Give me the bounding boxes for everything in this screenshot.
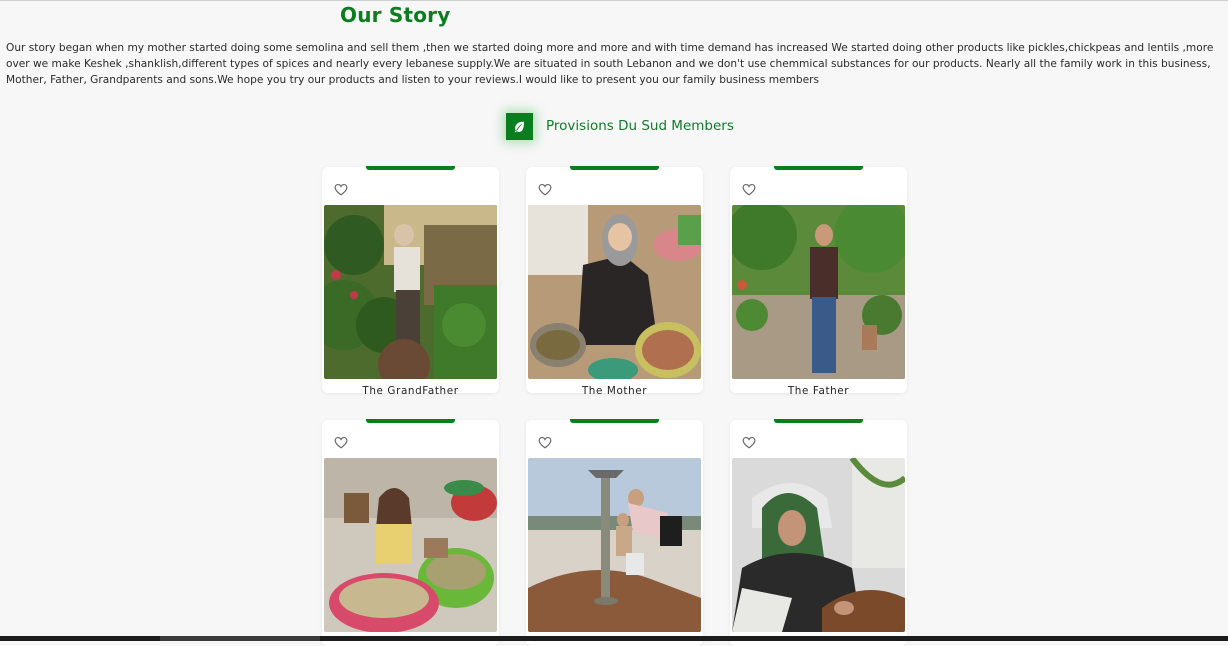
member-photo xyxy=(732,205,905,379)
taskbar-segment xyxy=(160,636,320,641)
card-accent-bar xyxy=(570,419,659,423)
member-name: The Father xyxy=(787,385,850,397)
page-title: Our Story xyxy=(340,3,451,27)
member-name: The Mother xyxy=(581,385,648,397)
member-card-sons[interactable] xyxy=(526,419,703,646)
member-card-grandmother[interactable] xyxy=(730,419,907,646)
heart-icon[interactable] xyxy=(538,436,552,449)
card-accent-bar xyxy=(774,166,863,170)
member-photo xyxy=(528,205,701,379)
heart-icon[interactable] xyxy=(538,183,552,196)
heart-icon[interactable] xyxy=(334,183,348,196)
taskbar-strip xyxy=(0,636,1228,641)
card-accent-bar xyxy=(570,166,659,170)
member-photo xyxy=(528,458,701,632)
story-paragraph: Our story began when my mother started d… xyxy=(6,42,1214,86)
member-card-mother[interactable]: The Mother xyxy=(526,166,703,397)
member-card-girl[interactable] xyxy=(322,419,499,646)
card-accent-bar xyxy=(774,419,863,423)
heart-icon[interactable] xyxy=(334,436,348,449)
member-photo xyxy=(324,458,497,632)
member-name: The GrandFather xyxy=(362,385,459,397)
member-card-grandfather[interactable]: The GrandFather xyxy=(322,166,499,397)
card-accent-bar xyxy=(366,419,455,423)
members-title: Provisions Du Sud Members xyxy=(546,118,734,134)
top-divider xyxy=(0,0,1228,1)
member-photo xyxy=(732,458,905,632)
member-photo xyxy=(324,205,497,379)
heart-icon[interactable] xyxy=(742,183,756,196)
card-accent-bar xyxy=(366,166,455,170)
leaf-icon xyxy=(506,113,533,140)
heart-icon[interactable] xyxy=(742,436,756,449)
member-card-father[interactable]: The Father xyxy=(730,166,907,397)
